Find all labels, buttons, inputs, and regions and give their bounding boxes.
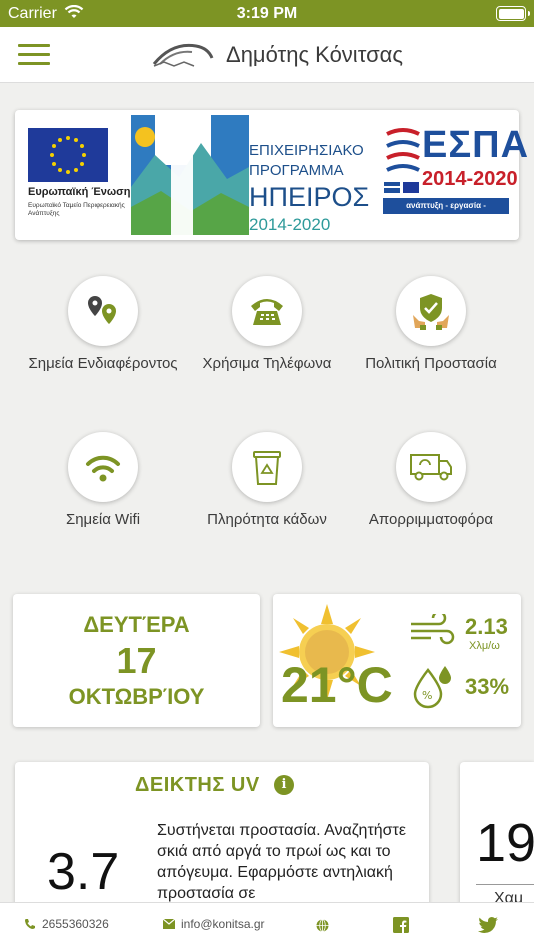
battery-icon bbox=[496, 6, 530, 21]
status-bar: Carrier 3:19 PM bbox=[0, 0, 534, 27]
phone-icon bbox=[25, 919, 35, 929]
program-years: 2014-2020 bbox=[249, 215, 331, 234]
footer-phone-link[interactable]: 2655360326 bbox=[24, 917, 109, 931]
menu-item-useful-phones[interactable]: Χρήσιμα Τηλέφωνα bbox=[182, 276, 352, 374]
menu-label: Χρήσιμα Τηλέφωνα bbox=[202, 355, 332, 372]
eu-name: Ευρωπαϊκή Ένωση bbox=[28, 186, 131, 198]
menu-item-wifi-points[interactable]: Σημεία Wifi bbox=[18, 432, 188, 530]
globe-icon[interactable] bbox=[316, 919, 329, 932]
menu-item-points-of-interest[interactable]: Σημεία Ενδιαφέροντος bbox=[18, 276, 188, 374]
next-info-card[interactable]: 19 Χαμ bbox=[460, 762, 534, 922]
temperature: 21°C bbox=[281, 657, 393, 713]
footer-phone: 2655360326 bbox=[42, 917, 109, 931]
garbage-truck-icon bbox=[396, 432, 466, 502]
menu-label: Σημεία Wifi bbox=[65, 511, 141, 528]
eu-flag-icon bbox=[28, 128, 108, 182]
uv-value: 3.7 bbox=[47, 843, 120, 901]
svg-text:%: % bbox=[422, 689, 432, 702]
hamburger-menu-icon[interactable] bbox=[18, 44, 50, 66]
wifi-icon bbox=[68, 432, 138, 502]
info-icon[interactable]: i bbox=[274, 775, 294, 795]
map-pins-icon bbox=[68, 276, 138, 346]
footer-email: info@konitsa.gr bbox=[181, 917, 265, 931]
twitter-icon[interactable] bbox=[478, 917, 498, 933]
menu-label: Πληρότητα κάδων bbox=[207, 511, 327, 528]
uv-index-card: ΔΕΙΚΤΗΣ UV i 3.7 Συστήνεται προστασία. Α… bbox=[15, 762, 429, 922]
menu-item-bin-fullness[interactable]: Πληρότητα κάδων bbox=[182, 432, 352, 530]
uv-title: ΔΕΙΚΤΗΣ UV bbox=[135, 774, 260, 796]
program-line-1: ΕΠΙΧΕΙΡΗΣΙΑΚΟ bbox=[249, 142, 364, 159]
program-region: ΗΠΕΙΡΟΣ bbox=[249, 182, 370, 212]
divider bbox=[476, 884, 534, 885]
espa-title: ΕΣΠΑ bbox=[422, 124, 530, 166]
espa-banner[interactable]: Ευρωπαϊκή Ένωση Ευρωπαϊκό Ταμείο Περιφερ… bbox=[15, 110, 528, 240]
menu-label: Σημεία Ενδιαφέροντος bbox=[28, 355, 178, 372]
menu-item-garbage-trucks[interactable]: Απορριμματοφόρα bbox=[346, 432, 516, 530]
humidity: 33% bbox=[465, 674, 510, 699]
program-line-2: ΠΡΟΓΡΑΜΜΑ bbox=[249, 162, 344, 179]
date-weekday: ΔΕΥΤΈΡΑ bbox=[83, 612, 190, 637]
card-value: 19 bbox=[476, 813, 534, 873]
weather-card: 21°C 2.13 Χλμ/ω % 33% bbox=[273, 594, 521, 727]
date-card: ΔΕΥΤΈΡΑ 17 ΟΚΤΩΒΡΊΟΥ bbox=[13, 594, 260, 727]
nav-bar: Δημότης Κόνιτσας bbox=[0, 27, 534, 83]
envelope-icon bbox=[163, 919, 175, 929]
uv-description: Συστήνεται προστασία. Αναζητήστε σκιά απ… bbox=[157, 822, 406, 902]
date-month: ΟΚΤΩΒΡΊΟΥ bbox=[68, 684, 205, 709]
telephone-icon bbox=[232, 276, 302, 346]
clock: 3:19 PM bbox=[236, 5, 298, 22]
humidity-drops-icon: % bbox=[413, 666, 451, 709]
wind-unit: Χλμ/ω bbox=[469, 640, 500, 652]
espa-years: 2014-2020 bbox=[422, 168, 518, 190]
footer-bar: 2655360326 info@konitsa.gr bbox=[0, 902, 534, 950]
municipality-logo bbox=[152, 43, 214, 67]
menu-item-civil-protection[interactable]: Πολιτική Προστασία bbox=[346, 276, 516, 374]
wind-speed: 2.13 bbox=[465, 614, 508, 639]
wind-icon bbox=[411, 614, 455, 645]
app-title: Δημότης Κόνιτσας bbox=[226, 42, 403, 67]
facebook-icon[interactable] bbox=[393, 917, 409, 933]
shield-hands-icon bbox=[396, 276, 466, 346]
footer-email-link[interactable]: info@konitsa.gr bbox=[163, 917, 265, 931]
date-day-number: 17 bbox=[116, 640, 157, 681]
menu-label: Απορριμματοφόρα bbox=[368, 511, 494, 528]
espa-slogan: ανάπτυξη - εργασία - αλληλεγγύη bbox=[383, 198, 509, 226]
epirus-program-logo bbox=[131, 115, 249, 235]
eu-subtitle: Ευρωπαϊκό Ταμείο Περιφερειακής Ανάπτυξης bbox=[28, 202, 125, 217]
menu-label: Πολιτική Προστασία bbox=[365, 355, 497, 372]
greek-flag-stripes-icon bbox=[384, 128, 420, 193]
recycle-bin-icon bbox=[232, 432, 302, 502]
